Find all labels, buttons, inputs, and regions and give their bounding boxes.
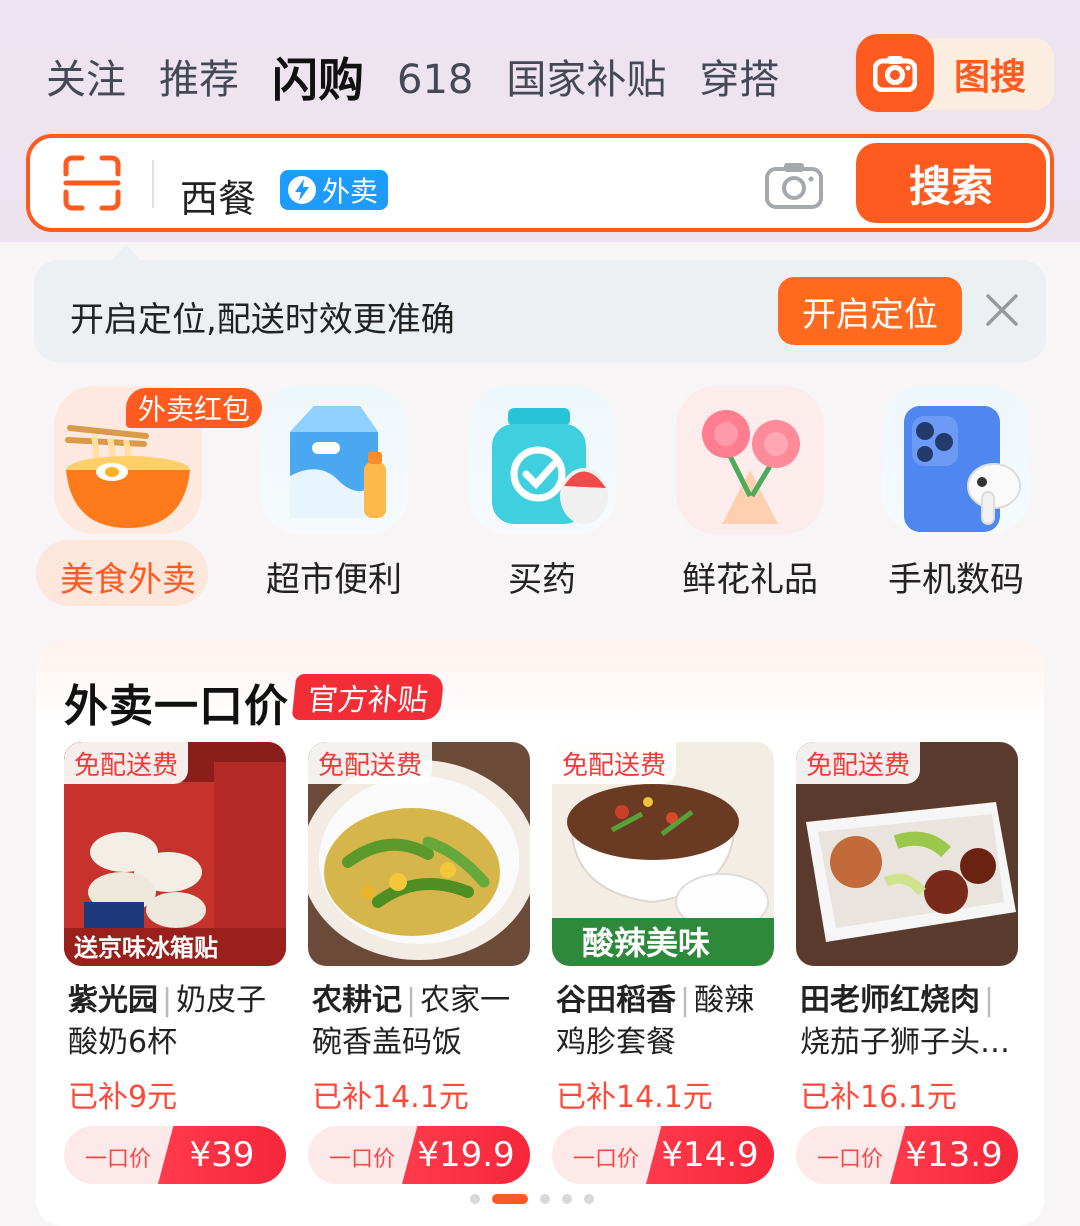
- medicine-bottle-icon: [468, 386, 616, 534]
- tab-national-subsidy[interactable]: 国家补贴: [506, 60, 666, 100]
- price-pill[interactable]: 一口价 ¥13.9: [796, 1126, 1018, 1184]
- camera-icon[interactable]: [764, 160, 824, 210]
- search-bar: 西餐 外卖 搜索: [26, 134, 1054, 232]
- svg-text:送京味冰箱贴: 送京味冰箱贴: [74, 934, 218, 962]
- product-card[interactable]: 免配送费 农耕记 | 农家一 碗香盖码饭 已补14.1元 一口价 ¥19.9: [308, 742, 530, 1184]
- price-pill[interactable]: 一口价 ¥19.9: [308, 1126, 530, 1184]
- location-banner-text: 开启定位,配送时效更准确: [70, 300, 455, 340]
- pagination-dot-active[interactable]: [492, 1194, 528, 1204]
- banner-pointer: [112, 244, 140, 260]
- lightning-icon: [288, 176, 316, 204]
- product-card[interactable]: 免配送费 田老师红烧肉 | 烧茄子狮子头… 已补16.1元 一口价 ¥13.9: [796, 742, 1018, 1184]
- subsidy-text: 已补16.1元: [800, 1080, 957, 1115]
- delivery-tag: 外卖: [280, 170, 389, 210]
- category-label: 手机数码: [888, 560, 1024, 600]
- tab-618[interactable]: 618: [397, 60, 473, 100]
- price-value: ¥14.9: [646, 1126, 774, 1184]
- category-label: 美食外卖: [60, 560, 196, 600]
- pagination-dot[interactable]: [584, 1194, 594, 1204]
- price-pill[interactable]: 一口价 ¥39: [64, 1126, 286, 1184]
- search-divider: [152, 160, 154, 208]
- price-pill[interactable]: 一口价 ¥14.9: [552, 1126, 774, 1184]
- photo-search-label: 图搜: [954, 57, 1027, 98]
- phone-earbuds-icon: [882, 386, 1030, 534]
- free-delivery-tag: 免配送费: [308, 742, 433, 784]
- product-image: 免配送费: [796, 742, 1018, 966]
- carousel-pagination: [470, 1194, 606, 1204]
- price-value: ¥39: [158, 1126, 286, 1184]
- official-subsidy-badge: 官方补贴: [291, 674, 445, 720]
- tab-follow[interactable]: 关注: [46, 60, 126, 100]
- enable-location-button[interactable]: 开启定位: [778, 277, 962, 345]
- product-card[interactable]: 酸辣美味 免配送费 谷田稻香 | 酸辣 鸡胗套餐 已补14.1元 一口价 ¥14.9: [552, 742, 774, 1184]
- pagination-dot[interactable]: [470, 1194, 480, 1204]
- free-delivery-tag: 免配送费: [64, 742, 189, 784]
- fixed-price-label: 一口价: [328, 1147, 395, 1172]
- photo-search-button[interactable]: 图搜: [856, 34, 1054, 112]
- product-name: 谷田稻香 | 酸辣 鸡胗套餐: [556, 983, 755, 1060]
- free-delivery-tag: 免配送费: [552, 742, 677, 784]
- subsidy-text: 已补14.1元: [312, 1080, 469, 1115]
- delivery-tag-label: 外卖: [322, 175, 379, 208]
- product-name: 紫光园 | 奶皮子 酸奶6杯: [68, 983, 267, 1060]
- category-phones-digital[interactable]: 手机数码: [856, 386, 1056, 606]
- close-icon[interactable]: [984, 292, 1020, 328]
- camera-icon: [856, 34, 934, 112]
- category-label: 买药: [508, 560, 576, 600]
- tab-recommend[interactable]: 推荐: [159, 60, 239, 100]
- product-name: 田老师红烧肉 | 烧茄子狮子头…: [800, 983, 1010, 1060]
- fixed-price-label: 一口价: [816, 1147, 883, 1172]
- category-medicine[interactable]: 买药: [442, 386, 642, 606]
- subsidy-text: 已补9元: [68, 1080, 178, 1115]
- product-image: 免配送费: [308, 742, 530, 966]
- pagination-dot[interactable]: [562, 1194, 572, 1204]
- tab-outfits[interactable]: 穿搭: [699, 60, 779, 100]
- free-delivery-tag: 免配送费: [796, 742, 921, 784]
- category-supermarket[interactable]: 超市便利: [234, 386, 434, 606]
- tab-flash-buy[interactable]: 闪购: [272, 57, 364, 103]
- price-value: ¥13.9: [890, 1126, 1018, 1184]
- price-value: ¥19.9: [402, 1126, 530, 1184]
- category-label: 鲜花礼品: [682, 560, 818, 600]
- product-image: 送京味冰箱贴 免配送费: [64, 742, 286, 966]
- flower-bouquet-icon: [676, 386, 824, 534]
- product-card[interactable]: 送京味冰箱贴 免配送费 紫光园 | 奶皮子 酸奶6杯 已补9元 一口价 ¥39: [64, 742, 286, 1184]
- fixed-price-label: 一口价: [84, 1147, 151, 1172]
- svg-text:酸辣美味: 酸辣美味: [582, 924, 710, 962]
- category-label: 超市便利: [266, 560, 402, 600]
- top-tabs: 关注 推荐 闪购 618 国家补贴 穿搭: [46, 40, 812, 120]
- milk-carton-icon: [260, 386, 408, 534]
- product-name: 农耕记 | 农家一 碗香盖码饭: [312, 983, 511, 1060]
- search-button[interactable]: 搜索: [856, 143, 1046, 223]
- product-image: 酸辣美味 免配送费: [552, 742, 774, 966]
- search-input[interactable]: 西餐: [180, 168, 256, 223]
- deals-title: 外卖一口价: [64, 681, 289, 732]
- location-banner: 开启定位,配送时效更准确 开启定位: [34, 260, 1046, 362]
- category-flowers-gifts[interactable]: 鲜花礼品: [650, 386, 850, 606]
- scan-icon[interactable]: [62, 154, 122, 212]
- subsidy-text: 已补14.1元: [556, 1080, 713, 1115]
- fixed-price-label: 一口价: [572, 1147, 639, 1172]
- pagination-dot[interactable]: [540, 1194, 550, 1204]
